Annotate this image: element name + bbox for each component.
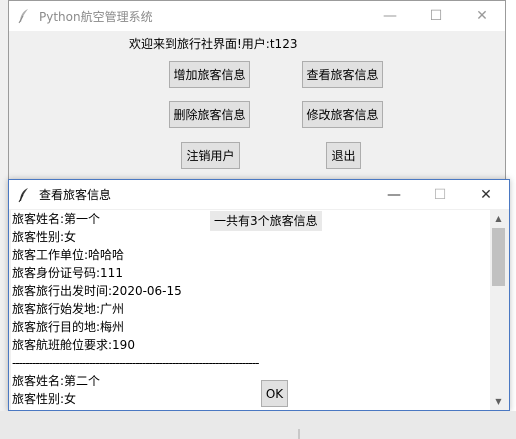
text-line: 旅客旅行出发时间:2020-06-15 — [12, 284, 182, 298]
view-passenger-button[interactable]: 查看旅客信息 — [302, 61, 383, 88]
text-line: 旅客姓名:第二个 — [12, 374, 101, 388]
vertical-scrollbar[interactable]: ▲ ▼ — [490, 210, 507, 410]
passenger-count-label: 一共有3个旅客信息 — [210, 211, 322, 231]
add-passenger-button[interactable]: 增加旅客信息 — [169, 61, 250, 88]
dialog-titlebar: 查看旅客信息 — ☐ ✕ — [9, 180, 509, 209]
welcome-label: 欢迎来到旅行社界面!用户:t123 — [129, 37, 298, 51]
delete-passenger-button[interactable]: 删除旅客信息 — [169, 101, 250, 128]
maximize-icon[interactable]: ☐ — [413, 1, 459, 31]
maximize-icon[interactable]: ☐ — [417, 180, 463, 209]
text-line: 旅客旅行目的地:梅州 — [12, 320, 125, 334]
dialog-title: 查看旅客信息 — [39, 188, 112, 202]
passenger-info-text[interactable]: 旅客姓名:第一个 旅客性别:女 旅客工作单位:哈哈哈 旅客身份证号码:111 旅… — [11, 210, 493, 410]
feather-icon — [18, 187, 28, 202]
close-icon[interactable]: ✕ — [463, 180, 509, 209]
separator-line: ----------------------------------------… — [12, 356, 259, 370]
scroll-thumb[interactable] — [492, 228, 505, 286]
minimize-icon[interactable]: — — [371, 180, 417, 209]
modify-passenger-button[interactable]: 修改旅客信息 — [302, 101, 383, 128]
divider — [298, 429, 300, 439]
text-line: 旅客性别:女 — [12, 392, 77, 406]
main-titlebar: Python航空管理系统 — ☐ ✕ — [9, 1, 505, 31]
scroll-down-icon[interactable]: ▼ — [490, 393, 507, 410]
minimize-icon[interactable]: — — [367, 1, 413, 31]
text-line: 旅客旅行始发地:广州 — [12, 302, 125, 316]
scroll-up-icon[interactable]: ▲ — [490, 210, 507, 227]
feather-icon — [18, 9, 28, 24]
text-line: 旅客身份证号码:111 — [12, 266, 123, 280]
background-window-bottom — [0, 411, 516, 439]
logout-button[interactable]: 注销用户 — [181, 142, 240, 169]
text-line: 旅客航班舱位要求:190 — [12, 338, 135, 352]
exit-button[interactable]: 退出 — [326, 142, 361, 169]
text-line: 旅客工作单位:哈哈哈 — [12, 248, 125, 262]
main-window: Python航空管理系统 — ☐ ✕ 欢迎来到旅行社界面!用户:t123 增加旅… — [8, 0, 506, 190]
view-passenger-dialog: 查看旅客信息 — ☐ ✕ 旅客姓名:第一个 旅客性别:女 旅客工作单位:哈哈哈 … — [8, 179, 510, 411]
ok-button[interactable]: OK — [261, 380, 288, 407]
main-window-title: Python航空管理系统 — [39, 9, 153, 24]
close-icon[interactable]: ✕ — [459, 1, 505, 31]
